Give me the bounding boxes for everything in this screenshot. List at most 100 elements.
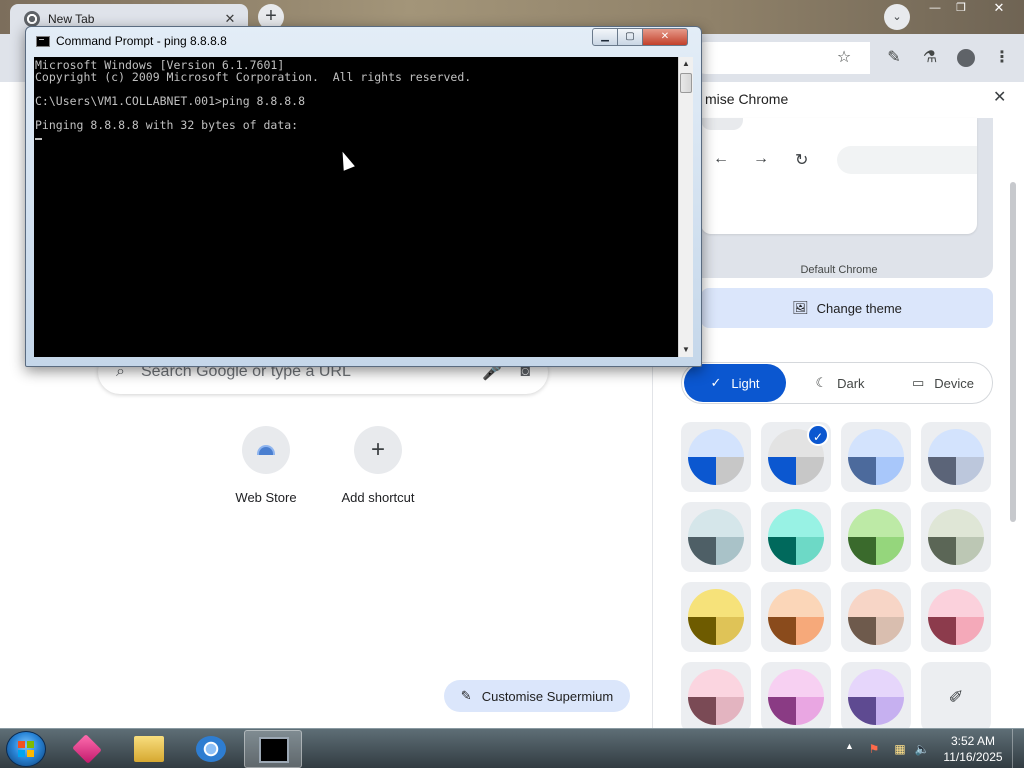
pen-icon[interactable]: ✎ bbox=[882, 46, 906, 70]
show-hidden-icons-icon[interactable]: ▲ bbox=[845, 741, 854, 751]
swatch-circle bbox=[688, 509, 744, 565]
color-swatch[interactable] bbox=[761, 502, 831, 572]
system-clock[interactable]: 3:52 AM 11/16/2025 bbox=[938, 733, 1008, 765]
close-icon[interactable]: ✕ bbox=[993, 87, 1006, 107]
swatch-circle bbox=[928, 429, 984, 485]
mode-label: Light bbox=[731, 375, 760, 391]
swatch-quadrant bbox=[796, 617, 824, 645]
swatch-circle bbox=[688, 589, 744, 645]
chrome-maximize-button[interactable]: ❐ bbox=[948, 0, 974, 18]
swatch-quadrant bbox=[768, 457, 796, 485]
scroll-down-icon[interactable]: ▼ bbox=[679, 343, 693, 357]
customise-label: Customise Supermium bbox=[481, 688, 614, 704]
swatch-quadrant bbox=[688, 537, 716, 565]
swatch-quadrant bbox=[716, 617, 744, 645]
swatch-quadrant bbox=[876, 617, 904, 645]
check-icon: ✓ bbox=[710, 375, 722, 390]
cmd-maximize-button[interactable]: ▢ bbox=[617, 28, 643, 46]
color-swatch[interactable] bbox=[681, 582, 751, 652]
shortcut-add[interactable]: + Add shortcut bbox=[318, 426, 438, 505]
customise-button[interactable]: ✎ Customise Supermium bbox=[444, 680, 630, 712]
swatch-quadrant bbox=[688, 617, 716, 645]
pink-cube-icon bbox=[72, 734, 102, 764]
change-theme-button[interactable]: 🖼 Change theme bbox=[701, 288, 993, 328]
swatch-quadrant bbox=[876, 457, 904, 485]
cmd-title-bar[interactable]: Command Prompt - ping 8.8.8.8 ▁ ▢ ✕ bbox=[26, 27, 701, 55]
start-button[interactable] bbox=[6, 731, 46, 767]
cmd-scrollbar[interactable]: ▲ ▼ bbox=[678, 57, 693, 357]
swatch-circle bbox=[928, 509, 984, 565]
avatar bbox=[957, 49, 975, 67]
menu-icon[interactable]: ⋮ bbox=[990, 46, 1014, 70]
scroll-up-icon[interactable]: ▲ bbox=[679, 57, 693, 71]
swatch-quadrant bbox=[768, 537, 796, 565]
action-center-flag-icon[interactable]: ⚑ bbox=[866, 741, 882, 757]
color-swatch[interactable] bbox=[841, 662, 911, 728]
color-swatch[interactable] bbox=[921, 502, 991, 572]
color-swatch[interactable]: ✓ bbox=[761, 422, 831, 492]
chrome-favicon-icon bbox=[24, 11, 40, 27]
swatch-quadrant bbox=[796, 457, 824, 485]
swatch-circle bbox=[928, 589, 984, 645]
color-swatch[interactable] bbox=[841, 422, 911, 492]
taskbar-app-pink-cube[interactable] bbox=[58, 730, 116, 768]
swatch-quadrant bbox=[848, 697, 876, 725]
side-panel-scrollbar[interactable] bbox=[1009, 118, 1017, 718]
taskbar-app-file-explorer[interactable] bbox=[120, 730, 178, 768]
forward-arrow-icon: → bbox=[753, 150, 769, 167]
swatch-quadrant bbox=[716, 537, 744, 565]
color-swatch[interactable] bbox=[841, 582, 911, 652]
command-prompt-window: Command Prompt - ping 8.8.8.8 ▁ ▢ ✕ Micr… bbox=[25, 26, 702, 367]
shortcut-web-store[interactable]: Web Store bbox=[206, 426, 326, 505]
custom-color-button[interactable]: ✐ bbox=[921, 662, 991, 728]
color-swatch[interactable] bbox=[681, 662, 751, 728]
theme-name: Default Chrome bbox=[800, 264, 878, 276]
mode-light-button[interactable]: ✓ Light bbox=[684, 364, 786, 402]
color-swatch[interactable] bbox=[681, 422, 751, 492]
chrome-minimize-button[interactable]: — bbox=[922, 0, 948, 18]
color-swatch[interactable] bbox=[761, 662, 831, 728]
cmd-minimize-button[interactable]: ▁ bbox=[592, 28, 618, 46]
tab-close-icon[interactable]: ✕ bbox=[222, 11, 238, 27]
flask-icon[interactable]: ⚗ bbox=[918, 46, 942, 70]
swatch-quadrant bbox=[688, 697, 716, 725]
show-desktop-button[interactable] bbox=[1012, 729, 1024, 768]
swatch-circle bbox=[848, 509, 904, 565]
scroll-thumb[interactable] bbox=[1010, 182, 1016, 522]
cmd-title: Command Prompt - ping 8.8.8.8 bbox=[56, 34, 227, 48]
clock-date: 11/16/2025 bbox=[943, 750, 1003, 764]
swatch-quadrant bbox=[848, 617, 876, 645]
color-swatch[interactable] bbox=[921, 422, 991, 492]
mode-label: Dark bbox=[837, 375, 865, 391]
mode-dark-button[interactable]: ☾ Dark bbox=[800, 364, 880, 402]
color-swatch[interactable] bbox=[681, 502, 751, 572]
bookmark-star-icon[interactable]: ☆ bbox=[832, 46, 856, 70]
mode-selector: ✓ Light ☾ Dark ▭ Device bbox=[681, 362, 993, 404]
chrome-close-button[interactable]: ✕ bbox=[982, 0, 1016, 18]
color-swatch[interactable] bbox=[761, 582, 831, 652]
monitor-icon: ▭ bbox=[911, 375, 925, 390]
swatch-quadrant bbox=[928, 537, 956, 565]
volume-icon[interactable]: 🔈 bbox=[914, 741, 930, 757]
palette-icon: 🖼 bbox=[792, 300, 809, 315]
taskbar-app-chromium[interactable] bbox=[182, 730, 240, 768]
reload-icon: ↻ bbox=[795, 152, 809, 169]
scroll-thumb[interactable] bbox=[680, 73, 692, 93]
plus-icon: + bbox=[370, 436, 385, 463]
taskbar: ▲ ⚑ ▦ 🔈 3:52 AM 11/16/2025 bbox=[0, 728, 1024, 768]
profile-icon[interactable] bbox=[954, 46, 978, 70]
network-icon[interactable]: ▦ bbox=[892, 741, 908, 757]
swatch-circle bbox=[768, 589, 824, 645]
color-swatch[interactable] bbox=[841, 502, 911, 572]
color-swatch[interactable] bbox=[921, 582, 991, 652]
swatch-quadrant bbox=[768, 697, 796, 725]
swatch-circle bbox=[848, 429, 904, 485]
side-panel-title: mise Chrome bbox=[705, 91, 789, 107]
cmd-close-button[interactable]: ✕ bbox=[642, 28, 688, 46]
eyedropper-icon: ✐ bbox=[948, 686, 964, 707]
mode-device-button[interactable]: ▭ Device bbox=[898, 364, 988, 402]
console-output[interactable]: Microsoft Windows [Version 6.1.7601] Cop… bbox=[34, 57, 678, 357]
tab-search-button[interactable]: ⌄ bbox=[884, 4, 910, 30]
console-line: Copyright (c) 2009 Microsoft Corporation… bbox=[35, 70, 472, 84]
taskbar-app-command-prompt[interactable] bbox=[244, 730, 302, 768]
